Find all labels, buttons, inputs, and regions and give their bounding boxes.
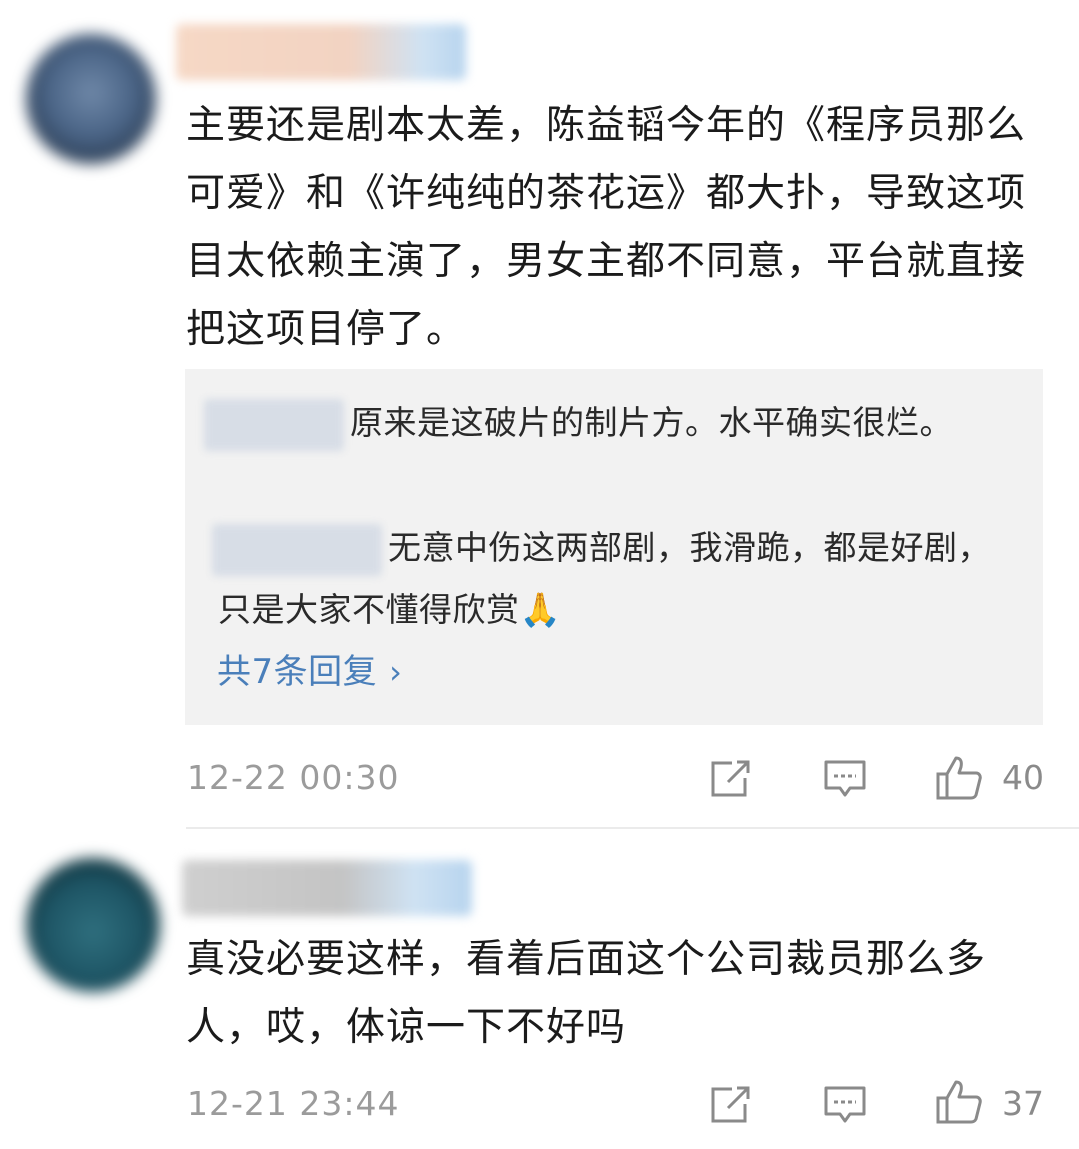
like-count: 40 (1002, 758, 1044, 797)
username-blurred[interactable] (176, 24, 466, 80)
timestamp: 12-21 23:44 (187, 1084, 400, 1123)
more-replies-label: 共7条回复 (217, 652, 378, 692)
comment-text: 真没必要这样，看着后面这个公司裁员那么多人，哎，体谅一下不好吗 (186, 937, 987, 1050)
divider (186, 827, 1079, 829)
reply-username-blurred[interactable] (204, 398, 344, 451)
comment-icon[interactable] (822, 758, 868, 800)
more-replies-link[interactable]: 共7条回复 › (217, 646, 402, 698)
like-count: 37 (1002, 1084, 1044, 1123)
comment-text: 主要还是剧本太差，陈益韬今年的《程序员那么可爱》和《许纯纯的茶花运》都大扑，导致… (186, 103, 1027, 352)
reply-item[interactable]: 原来是这破片的制片方。水平确实很烂。 (204, 392, 1018, 454)
reply-item[interactable]: 无意中伤这两部剧，我滑跪，都是好剧，只是大家不懂得欣赏🙏 (212, 517, 1018, 641)
reply-text: 原来是这破片的制片方。水平确实很烂。 (350, 403, 953, 442)
avatar[interactable] (26, 858, 160, 992)
thumbs-up-icon[interactable] (934, 1078, 984, 1126)
timestamp: 12-22 00:30 (187, 758, 400, 797)
chevron-right-icon: › (389, 653, 403, 691)
username-blurred[interactable] (182, 860, 472, 916)
thumbs-up-icon[interactable] (934, 754, 984, 802)
comment-icon[interactable] (822, 1084, 868, 1126)
share-icon[interactable] (708, 758, 754, 800)
reply-username-blurred[interactable] (212, 523, 382, 576)
share-icon[interactable] (708, 1084, 754, 1126)
avatar[interactable] (26, 34, 156, 164)
